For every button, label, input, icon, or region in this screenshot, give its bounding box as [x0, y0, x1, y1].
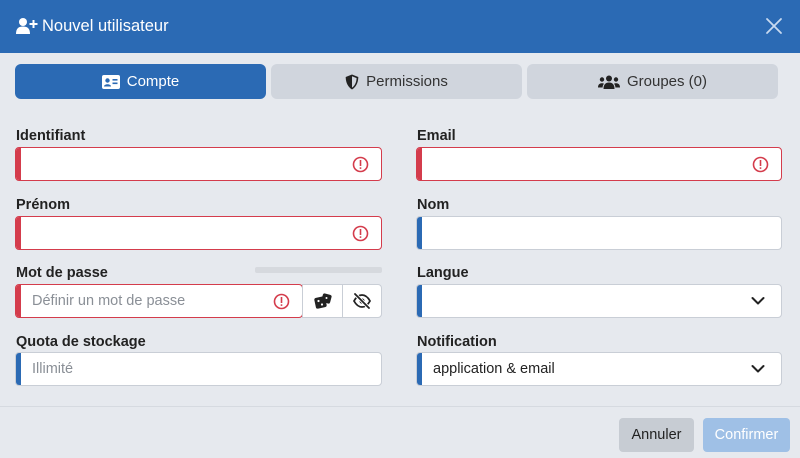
- tab-permissions[interactable]: Permissions: [271, 64, 522, 99]
- password-strength-bar: [255, 267, 382, 273]
- notification-select[interactable]: application & email: [416, 352, 782, 386]
- tab-label: Groupes (0): [626, 73, 708, 90]
- user-plus-icon: [16, 18, 38, 34]
- dialog-footer: Annuler Confirmer: [0, 406, 800, 458]
- langue-label: Langue: [417, 265, 469, 281]
- users-icon: [597, 75, 620, 89]
- dialog-body: Compte Permissions Groupes (0) Identifia…: [0, 53, 800, 406]
- email-label: Email: [417, 128, 456, 144]
- password-placeholder: Définir un mot de passe: [32, 293, 186, 309]
- email-field[interactable]: [416, 147, 782, 181]
- identifiant-label: Identifiant: [16, 128, 86, 144]
- cancel-button[interactable]: Annuler: [619, 418, 694, 452]
- quota-field[interactable]: Illimité: [15, 352, 382, 386]
- password-label: Mot de passe: [16, 265, 108, 281]
- notification-value: application & email: [433, 361, 555, 377]
- dialog-titlebar: Nouvel utilisateur: [0, 0, 800, 53]
- error-icon: [273, 293, 290, 310]
- id-card-icon: [101, 74, 120, 89]
- eye-slash-icon: [352, 293, 372, 309]
- dialog-title: Nouvel utilisateur: [42, 17, 169, 35]
- tab-groupes[interactable]: Groupes (0): [527, 64, 778, 99]
- langue-select[interactable]: [416, 284, 782, 318]
- generate-password-button[interactable]: [302, 284, 343, 318]
- prenom-label: Prénom: [16, 197, 70, 213]
- tab-label: Permissions: [366, 73, 448, 90]
- confirm-button[interactable]: Confirmer: [703, 418, 790, 452]
- chevron-down-icon: [751, 365, 765, 373]
- shield-icon: [345, 74, 359, 89]
- nom-field[interactable]: [416, 216, 782, 250]
- chevron-down-icon: [751, 297, 765, 305]
- password-field[interactable]: Définir un mot de passe: [15, 284, 303, 318]
- close-icon[interactable]: [764, 16, 784, 36]
- prenom-field[interactable]: [15, 216, 382, 250]
- notification-label: Notification: [417, 334, 497, 350]
- nom-label: Nom: [417, 197, 450, 213]
- identifiant-field[interactable]: [15, 147, 382, 181]
- error-icon: [352, 225, 369, 242]
- quota-label: Quota de stockage: [16, 334, 146, 350]
- tab-label: Compte: [126, 73, 180, 90]
- quota-placeholder: Illimité: [32, 361, 74, 377]
- error-icon: [752, 156, 769, 173]
- toggle-password-visibility-button[interactable]: [342, 284, 382, 318]
- dice-icon: [313, 292, 332, 309]
- error-icon: [352, 156, 369, 173]
- tab-compte[interactable]: Compte: [15, 64, 266, 99]
